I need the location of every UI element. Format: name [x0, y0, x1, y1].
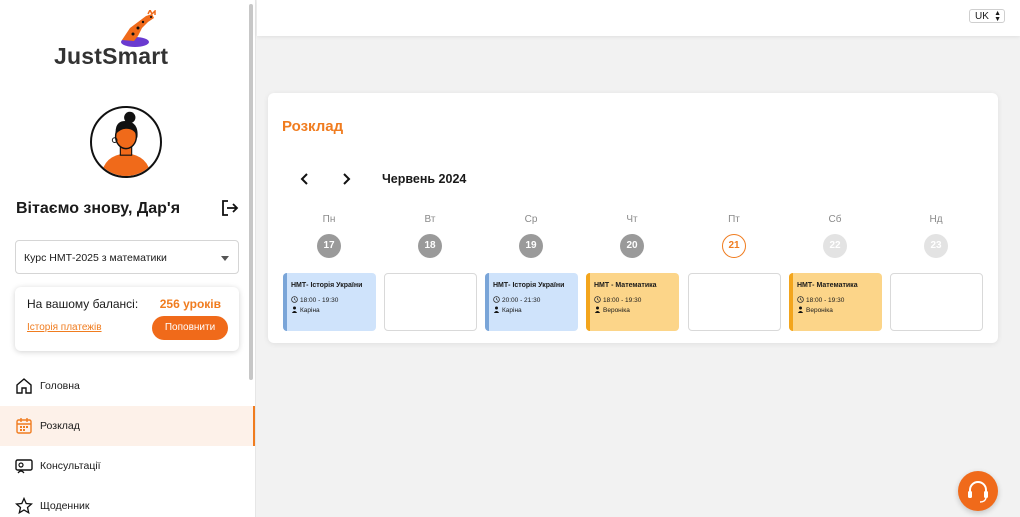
brand-name: JustSmart	[54, 43, 169, 69]
lesson-card[interactable]: НМТ - Математика 18:00 - 19:30 Вероніка	[586, 273, 679, 331]
star-icon	[15, 497, 33, 515]
sidebar-item-label: Консультації	[40, 460, 101, 472]
chat-icon	[15, 459, 33, 474]
lesson-teacher: Каріна	[291, 306, 320, 314]
day-column: Пн 17 НМТ- Історія України 18:00 - 19:30…	[281, 214, 377, 334]
day-number[interactable]: 22	[823, 234, 847, 258]
person-icon	[493, 306, 500, 313]
lesson-title: НМТ- Історія України	[291, 282, 363, 289]
day-number[interactable]: 18	[418, 234, 442, 258]
lesson-card[interactable]: НМТ- Історія України 20:00 - 21:30 Карін…	[485, 273, 578, 331]
course-select[interactable]: Курс НМТ-2025 з математики	[15, 240, 239, 274]
lesson-teacher: Каріна	[493, 306, 522, 314]
empty-day-slot[interactable]	[890, 273, 983, 331]
lesson-time: 20:00 - 21:30	[493, 296, 540, 304]
day-number[interactable]: 19	[519, 234, 543, 258]
lesson-title: НМТ- Математика	[797, 282, 858, 289]
sidebar-item-consultations[interactable]: Консультації	[0, 446, 255, 486]
lesson-title: НМТ- Історія України	[493, 282, 565, 289]
day-column: Пт 21	[686, 214, 782, 334]
logout-icon[interactable]	[221, 199, 239, 217]
language-value: UK	[975, 11, 989, 22]
sidebar-item-diary[interactable]: Щоденник	[0, 486, 255, 517]
sidebar-item-label: Щоденник	[40, 500, 90, 512]
home-icon	[16, 378, 32, 394]
user-avatar-icon	[101, 111, 151, 176]
lesson-card[interactable]: НМТ- Математика 18:00 - 19:30 Вероніка	[789, 273, 882, 331]
sidebar-item-label: Головна	[40, 380, 80, 392]
empty-day-slot[interactable]	[384, 273, 477, 331]
day-number[interactable]: 23	[924, 234, 948, 258]
welcome-title: Вітаємо знову, Дар'я	[16, 200, 181, 217]
person-icon	[797, 306, 804, 313]
day-column: Вт 18	[382, 214, 478, 334]
page-title: Розклад	[282, 118, 344, 135]
sidebar: JustSmart Вітаємо знову, Дар'я Курс НМТ-…	[0, 0, 256, 517]
balance-card: На вашому балансі: 256 уроків Історія пл…	[15, 287, 239, 351]
day-number[interactable]: 20	[620, 234, 644, 258]
weekday-label: Пт	[728, 214, 740, 225]
balance-label: На вашому балансі:	[27, 297, 139, 311]
headset-icon	[968, 481, 988, 503]
clock-icon	[493, 296, 500, 303]
sidebar-scrollbar[interactable]	[249, 4, 253, 380]
person-icon	[594, 306, 601, 313]
empty-day-slot[interactable]	[688, 273, 781, 331]
day-number[interactable]: 17	[317, 234, 341, 258]
day-column: Нд 23	[888, 214, 984, 334]
chevron-down-icon	[221, 256, 229, 261]
calendar-icon	[16, 418, 32, 434]
select-arrows-icon: ▲ ▼	[994, 10, 1001, 23]
lesson-title: НМТ - Математика	[594, 282, 657, 289]
sidebar-item-schedule[interactable]: Розклад	[0, 406, 255, 446]
chevron-left-icon[interactable]	[298, 172, 312, 186]
topup-button[interactable]: Поповнити	[152, 316, 228, 340]
schedule-card: Розклад Червень 2024 Пн 17 НМТ- Історія …	[268, 93, 998, 343]
day-column: Чт 20 НМТ - Математика 18:00 - 19:30 Вер…	[584, 214, 680, 334]
current-month: Червень 2024	[382, 172, 467, 186]
lesson-time: 18:00 - 19:30	[291, 296, 338, 304]
language-select[interactable]: UK ▲ ▼	[969, 9, 1005, 23]
day-column: Ср 19 НМТ- Історія України 20:00 - 21:30…	[483, 214, 579, 334]
lesson-time: 18:00 - 19:30	[594, 296, 641, 304]
sidebar-item-home[interactable]: Головна	[0, 366, 255, 406]
lesson-time: 18:00 - 19:30	[797, 296, 844, 304]
weekday-label: Ср	[524, 214, 538, 225]
weekday-label: Пн	[322, 214, 336, 225]
support-button[interactable]	[958, 471, 998, 511]
lesson-teacher: Вероніка	[594, 306, 630, 314]
day-number-today[interactable]: 21	[722, 234, 746, 258]
lesson-card[interactable]: НМТ- Історія України 18:00 - 19:30 Карін…	[283, 273, 376, 331]
person-icon	[291, 306, 298, 313]
lesson-teacher: Вероніка	[797, 306, 833, 314]
brand-logo[interactable]: JustSmart	[54, 10, 204, 70]
top-bar	[257, 0, 1020, 36]
payment-history-link[interactable]: Історія платежів	[27, 322, 102, 333]
clock-icon	[291, 296, 298, 303]
avatar[interactable]	[90, 106, 162, 178]
weekday-label: Вт	[424, 214, 436, 225]
weekday-label: Чт	[626, 214, 638, 225]
chevron-right-icon[interactable]	[339, 172, 353, 186]
clock-icon	[797, 296, 804, 303]
balance-value: 256 уроків	[159, 297, 221, 311]
sidebar-item-label: Розклад	[40, 420, 80, 432]
day-column: Сб 22 НМТ- Математика 18:00 - 19:30 Веро…	[787, 214, 883, 334]
weekday-label: Нд	[929, 214, 943, 225]
course-select-value: Курс НМТ-2025 з математики	[24, 252, 167, 264]
clock-icon	[594, 296, 601, 303]
weekday-label: Сб	[828, 214, 842, 225]
